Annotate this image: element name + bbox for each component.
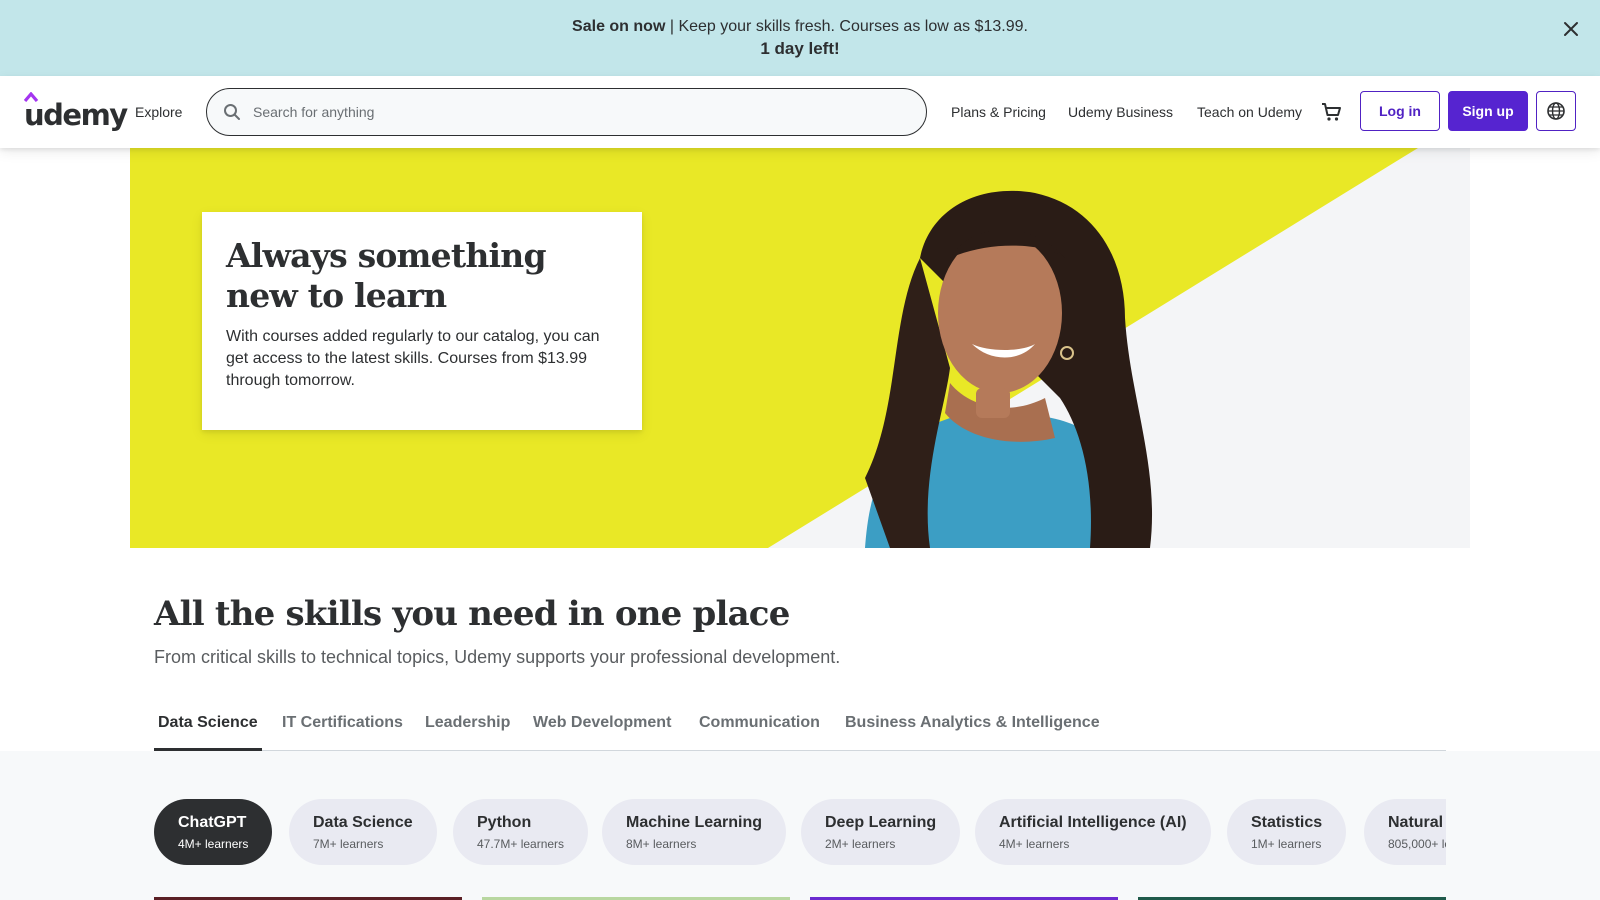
top-header: udemy Explore Plans & Pricing Udemy Busi… xyxy=(0,76,1600,148)
hero-title: Always something new to learn xyxy=(226,236,547,315)
hero-banner: Always something new to learn With cours… xyxy=(130,148,1470,548)
chip-machine-learning[interactable]: Machine Learning 8M+ learners xyxy=(602,799,787,865)
logo-text: udemy xyxy=(24,98,128,132)
search-bar[interactable] xyxy=(206,88,927,136)
topic-chips: ChatGPT 4M+ learners Data Science 7M+ le… xyxy=(154,799,1446,865)
promo-bold: Sale on now xyxy=(572,18,666,35)
chip-artificial-intelligence[interactable]: Artificial Intelligence (AI) 4M+ learner… xyxy=(975,799,1211,865)
chip-name: Data Science xyxy=(313,814,413,831)
chip-name: Machine Learning xyxy=(626,814,763,831)
language-button[interactable] xyxy=(1536,91,1576,131)
udemy-business-link[interactable]: Udemy Business xyxy=(1068,76,1173,148)
tab-business-analytics[interactable]: Business Analytics & Intelligence xyxy=(841,708,1104,751)
tab-communication[interactable]: Communication xyxy=(695,708,824,751)
signup-button[interactable]: Sign up xyxy=(1448,91,1528,131)
tab-data-science[interactable]: Data Science xyxy=(154,708,262,751)
skill-tabs: Data Science IT Certifications Leadershi… xyxy=(154,708,1446,751)
hero-card: Always something new to learn With cours… xyxy=(202,212,642,430)
cart-icon[interactable] xyxy=(1320,100,1344,124)
chip-name: Artificial Intelligence (AI) xyxy=(999,814,1187,831)
close-icon[interactable] xyxy=(1560,18,1582,40)
chip-name: Statistics xyxy=(1251,814,1323,831)
promo-countdown: 1 day left! xyxy=(760,39,840,58)
chip-chatgpt[interactable]: ChatGPT 4M+ learners xyxy=(154,799,273,865)
tab-web-development[interactable]: Web Development xyxy=(529,708,675,751)
skills-subtitle: From critical skills to technical topics… xyxy=(154,647,841,667)
chip-count: 4M+ learners xyxy=(178,837,249,851)
hero-description: With courses added regularly to our cata… xyxy=(226,328,600,389)
chip-name: ChatGPT xyxy=(178,814,247,831)
chip-count: 47.7M+ learners xyxy=(477,837,565,851)
chip-data-science[interactable]: Data Science 7M+ learners xyxy=(289,799,437,865)
chip-name: Python xyxy=(477,814,532,831)
chip-name: Deep Learning xyxy=(825,814,937,831)
chip-python[interactable]: Python 47.7M+ learners xyxy=(453,799,589,865)
promo-message: Sale on now | Keep your skills fresh. Co… xyxy=(0,17,1600,37)
udemy-logo[interactable]: udemy xyxy=(24,92,128,132)
chip-count: 1M+ learners xyxy=(1251,837,1322,851)
promo-rest: | Keep your skills fresh. Courses as low… xyxy=(665,18,1028,35)
chip-statistics[interactable]: Statistics 1M+ learners xyxy=(1227,799,1347,865)
explore-link[interactable]: Explore xyxy=(135,76,182,148)
skills-title: All the skills you need in one place xyxy=(154,594,790,634)
tab-it-certifications[interactable]: IT Certifications xyxy=(278,708,407,751)
chip-natural-language-processing[interactable]: Natural Language Processing 805,000+ lea… xyxy=(1364,799,1446,865)
chip-count: 805,000+ learners xyxy=(1388,837,1446,851)
chip-count: 4M+ learners xyxy=(999,837,1070,851)
chip-deep-learning[interactable]: Deep Learning 2M+ learners xyxy=(801,799,961,865)
promo-banner: Sale on now | Keep your skills fresh. Co… xyxy=(0,0,1600,76)
chip-count: 7M+ learners xyxy=(313,837,384,851)
login-button[interactable]: Log in xyxy=(1360,91,1440,131)
plans-pricing-link[interactable]: Plans & Pricing xyxy=(951,76,1046,148)
logo-cap-icon xyxy=(24,92,39,102)
chip-count: 8M+ learners xyxy=(626,837,697,851)
globe-icon xyxy=(1547,102,1565,120)
tab-leadership[interactable]: Leadership xyxy=(421,708,514,751)
search-input[interactable] xyxy=(253,104,893,120)
chip-name: Natural Language Processing xyxy=(1388,814,1446,831)
search-icon[interactable] xyxy=(223,103,241,121)
teach-on-udemy-link[interactable]: Teach on Udemy xyxy=(1197,76,1302,148)
chip-count: 2M+ learners xyxy=(825,837,896,851)
